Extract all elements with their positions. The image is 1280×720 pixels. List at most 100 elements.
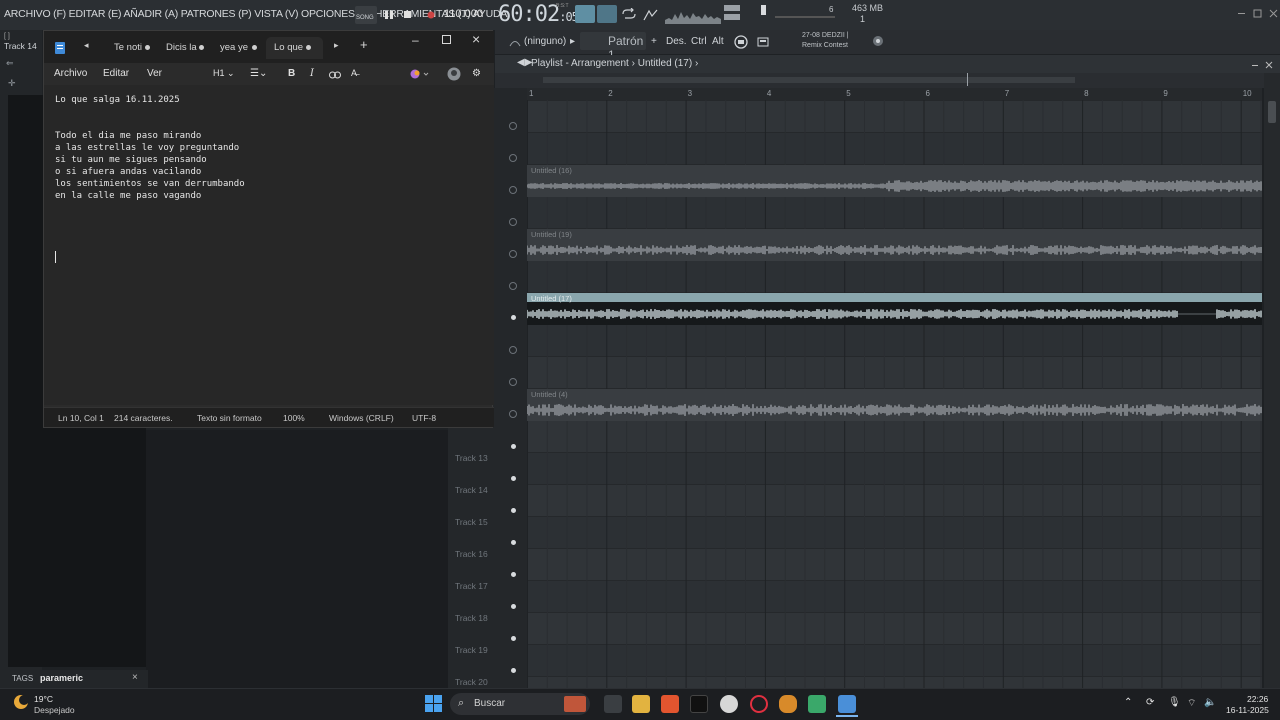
tray-app-icon[interactable]: ⟳ (1146, 697, 1154, 708)
track-label[interactable]: Track 17 (455, 581, 488, 591)
italic-icon[interactable]: I (310, 68, 314, 79)
brave-browser-icon[interactable] (661, 695, 679, 713)
mixer-icon[interactable] (757, 36, 769, 51)
track-mute-toggle[interactable] (511, 604, 516, 609)
audio-clip[interactable]: Untitled (16) (527, 165, 1262, 197)
notepad-taskbar-icon[interactable] (838, 695, 856, 713)
link-icon[interactable] (329, 70, 341, 82)
track-mute-toggle[interactable] (509, 218, 517, 226)
weather-icon[interactable] (12, 693, 30, 714)
record-button[interactable] (423, 7, 439, 23)
track-mute-toggle[interactable] (511, 476, 516, 481)
microphone-icon[interactable]: 🎙 (1168, 697, 1181, 708)
maximize-button[interactable] (442, 35, 451, 44)
pattern-arrow-icon[interactable]: ▸ (570, 36, 575, 47)
track-mute-toggle[interactable] (511, 572, 516, 577)
track-mute-toggle[interactable] (511, 668, 516, 673)
volume-icon[interactable]: 🔈 (1204, 697, 1216, 708)
menu-archivo[interactable]: Archivo (54, 68, 87, 79)
master-pitch-slider[interactable] (775, 16, 835, 18)
browser-move-icon[interactable]: ✛ (8, 78, 16, 89)
profile-avatar[interactable] (447, 67, 461, 84)
playlist-window-controls[interactable] (1252, 60, 1276, 72)
track-label[interactable]: Track 19 (455, 645, 488, 655)
news-panel[interactable]: 27-08 DEDZII | Remix Contest (802, 31, 862, 51)
master-volume-knob[interactable] (761, 5, 766, 15)
track-mute-toggle[interactable] (509, 154, 517, 162)
audio-clip[interactable]: Untitled (17) (527, 293, 1262, 325)
weather-temp[interactable]: 19°C (34, 694, 53, 704)
track-mute-toggle[interactable] (509, 186, 517, 194)
track-mute-toggle[interactable] (511, 508, 516, 513)
audio-clip[interactable]: Untitled (4) (527, 389, 1262, 421)
wifi-icon[interactable]: ⌔ (1187, 697, 1196, 710)
track-mute-toggle[interactable] (511, 315, 516, 320)
bold-icon[interactable]: B (288, 68, 295, 79)
track-mute-toggle[interactable] (509, 122, 517, 130)
playlist-vertical-scrollbar[interactable] (1264, 73, 1280, 688)
new-tab-button[interactable]: + (360, 37, 368, 52)
pattern-picker-icon[interactable] (509, 37, 521, 50)
song-mode-toggle[interactable]: SONG (355, 6, 377, 24)
taskbar-search[interactable]: ⌕ Buscar (450, 693, 590, 715)
timeline-ruler[interactable]: 1 2 3 4 5 6 7 8 9 10 (527, 88, 1262, 100)
track-label[interactable]: Track 18 (455, 613, 488, 623)
fl-studio-icon[interactable] (779, 695, 797, 713)
track-label[interactable]: Track 14 (455, 485, 488, 495)
clear-format-icon[interactable]: A̶ (351, 68, 357, 78)
stop-button[interactable] (400, 7, 416, 23)
metronome-icon[interactable] (643, 8, 659, 25)
add-pattern-button[interactable]: + (651, 36, 657, 47)
tab-scroll-right-icon[interactable]: ▸ (334, 40, 339, 51)
copilot-icon[interactable] (410, 68, 430, 83)
alt-key[interactable]: Alt (712, 36, 724, 47)
track-mute-toggle[interactable] (509, 346, 517, 354)
track-mute-toggle[interactable] (511, 444, 516, 449)
opera-gx-icon[interactable] (750, 695, 768, 713)
pattern-none-label[interactable]: (ninguno) (524, 36, 566, 47)
tab-dicis-la[interactable]: Dicis la (158, 37, 210, 59)
task-view-icon[interactable] (604, 695, 622, 713)
tags-close-icon[interactable]: × (132, 672, 138, 683)
minimize-button[interactable]: – (412, 33, 419, 47)
track-mute-toggle[interactable] (511, 540, 516, 545)
track-mute-toggle[interactable] (509, 282, 517, 290)
clock-date[interactable]: 16-11-2025 (1226, 705, 1269, 715)
tab-yea-ye[interactable]: yea ye (212, 37, 266, 59)
ctrl-key[interactable]: Ctrl (691, 36, 707, 47)
snap-selector[interactable]: Des. (666, 36, 687, 47)
loop-icon[interactable] (621, 7, 637, 23)
settings-gear-icon[interactable]: ⚙ (472, 68, 481, 79)
track-mute-toggle[interactable] (509, 378, 517, 386)
list-icon[interactable]: ☰⌄ (250, 68, 267, 79)
tiktok-icon[interactable] (690, 695, 708, 713)
typing-keyboard-icon[interactable] (733, 34, 749, 53)
tempo-display[interactable]: 110.000 (444, 8, 483, 20)
tray-chevron-icon[interactable]: ⌃ (1124, 697, 1132, 708)
obs-icon[interactable] (720, 695, 738, 713)
tab-te-noti[interactable]: Te noti (106, 37, 154, 59)
track-mute-toggle[interactable] (511, 636, 516, 641)
windows-start-icon[interactable] (425, 695, 442, 715)
status-zoom[interactable]: 100% (283, 413, 305, 423)
close-button[interactable]: × (472, 31, 480, 47)
menu-editar[interactable]: Editar (103, 68, 129, 79)
audio-clip[interactable]: Untitled (19) (527, 229, 1262, 261)
tab-scroll-left-icon[interactable]: ◂ (84, 40, 89, 51)
pattern-selector[interactable]: Patrón 1 (580, 32, 646, 62)
pattern-song-toggle[interactable] (575, 5, 595, 23)
menu-ver[interactable]: Ver (147, 68, 162, 79)
tags-value[interactable]: parameric (40, 673, 83, 683)
overview-scroll[interactable] (543, 77, 1075, 83)
play-button[interactable] (381, 7, 397, 23)
file-explorer-icon[interactable] (632, 695, 650, 713)
whatsapp-icon[interactable] (808, 695, 826, 713)
notepad-text-area[interactable]: Lo que salga 16.11.2025 Todo el dia me pa… (44, 85, 494, 405)
track-mute-toggle[interactable] (509, 410, 517, 418)
clip-title-bar[interactable] (527, 293, 1262, 302)
browser-arrows-icon[interactable]: ⇐ (6, 58, 14, 69)
track-mute-toggle[interactable] (509, 250, 517, 258)
clock-time[interactable]: 22:26 (1247, 694, 1268, 704)
track-label[interactable]: Track 13 (455, 453, 488, 463)
scroll-thumb[interactable] (1268, 101, 1276, 123)
